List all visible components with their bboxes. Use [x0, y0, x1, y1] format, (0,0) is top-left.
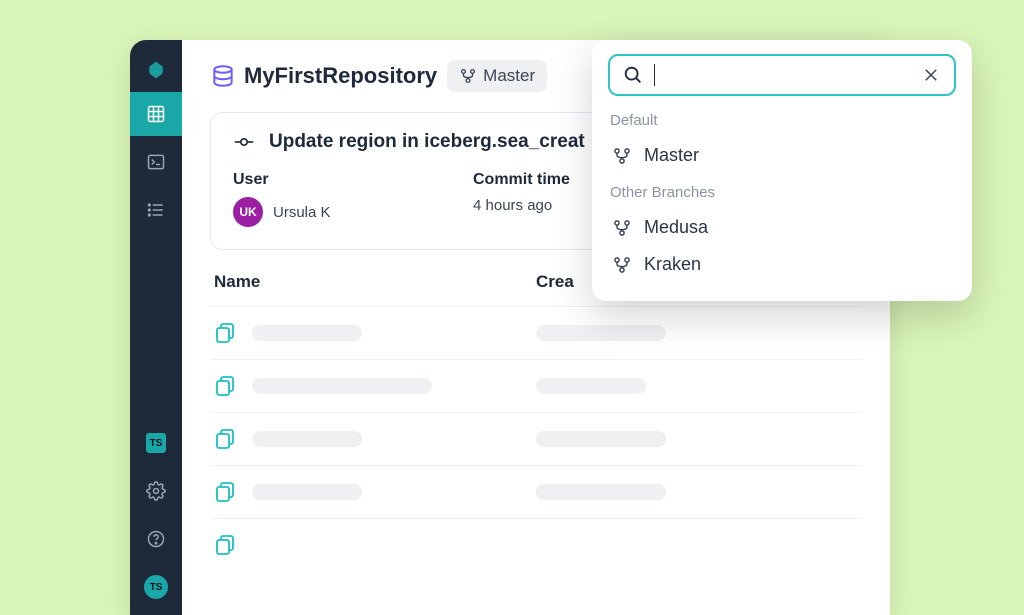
- repo-title: MyFirstRepository: [210, 63, 437, 89]
- app-logo-icon[interactable]: [130, 52, 182, 88]
- file-stack-icon: [214, 427, 238, 451]
- gear-icon: [146, 481, 166, 501]
- skeleton: [252, 484, 362, 500]
- help-icon: [146, 529, 166, 549]
- file-stack-icon: [214, 374, 238, 398]
- skeleton: [536, 484, 666, 500]
- sidebar-item-settings[interactable]: [130, 469, 182, 513]
- branch-option-master[interactable]: Master: [608, 137, 956, 174]
- section-other-label: Other Branches: [610, 184, 954, 201]
- branch-option-label: Medusa: [644, 217, 708, 238]
- branch-option-label: Master: [644, 145, 699, 166]
- branch-search-input[interactable]: [665, 65, 910, 86]
- commit-icon: [233, 131, 255, 153]
- branch-picker-popover: Default Master Other Branches Medusa Kra…: [592, 40, 972, 301]
- branch-option-medusa[interactable]: Medusa: [608, 209, 956, 246]
- section-default-label: Default: [610, 112, 954, 129]
- branch-icon: [612, 146, 632, 166]
- repo-name: MyFirstRepository: [244, 63, 437, 89]
- sidebar-item-ts-badge[interactable]: TS: [130, 421, 182, 465]
- file-stack-icon: [214, 533, 238, 557]
- sidebar-item-terminal[interactable]: [130, 140, 182, 184]
- table-row[interactable]: [210, 412, 862, 465]
- repository-icon: [210, 63, 236, 89]
- ts-badge: TS: [146, 433, 166, 453]
- table-row[interactable]: [210, 359, 862, 412]
- sidebar: TS TS: [130, 40, 182, 615]
- sidebar-item-help[interactable]: [130, 517, 182, 561]
- text-cursor: [654, 64, 655, 86]
- skeleton: [536, 325, 666, 341]
- commit-title: Update region in iceberg.sea_creat: [269, 131, 585, 153]
- user-label: User: [233, 171, 433, 189]
- file-stack-icon: [214, 480, 238, 504]
- branch-icon: [459, 67, 477, 85]
- branch-selector[interactable]: Master: [447, 60, 547, 92]
- clear-search-button[interactable]: [920, 64, 942, 86]
- table-row[interactable]: [210, 465, 862, 518]
- close-icon: [922, 66, 940, 84]
- skeleton: [536, 431, 666, 447]
- skeleton: [536, 378, 646, 394]
- skeleton: [252, 325, 362, 341]
- branch-search[interactable]: [608, 54, 956, 96]
- user-avatar-mini[interactable]: TS: [144, 575, 168, 599]
- skeleton: [252, 378, 432, 394]
- user-name: Ursula K: [273, 204, 331, 221]
- sidebar-item-list[interactable]: [130, 188, 182, 232]
- user-avatar: UK: [233, 197, 263, 227]
- branch-option-label: Kraken: [644, 254, 701, 275]
- col-name: Name: [214, 272, 536, 292]
- search-icon: [622, 64, 644, 86]
- table-row[interactable]: [210, 518, 862, 571]
- branch-icon: [612, 218, 632, 238]
- file-stack-icon: [214, 321, 238, 345]
- sidebar-item-tables[interactable]: [130, 92, 182, 136]
- commit-user: UK Ursula K: [233, 197, 433, 227]
- table-row[interactable]: [210, 306, 862, 359]
- skeleton: [252, 431, 362, 447]
- branch-option-kraken[interactable]: Kraken: [608, 246, 956, 283]
- branch-icon: [612, 255, 632, 275]
- current-branch-label: Master: [483, 66, 535, 86]
